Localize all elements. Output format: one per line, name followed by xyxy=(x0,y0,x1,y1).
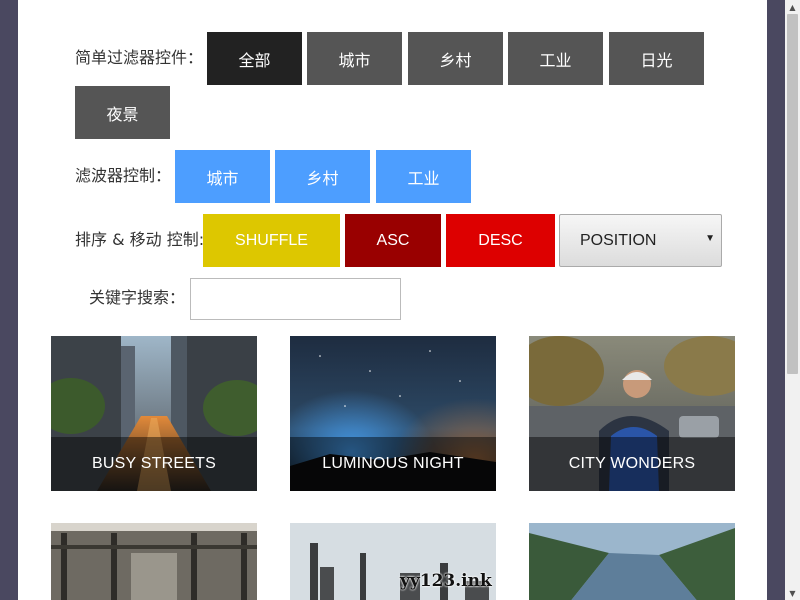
gallery-card[interactable]: LUMINOUS NIGHT xyxy=(290,336,496,491)
gallery-card[interactable] xyxy=(51,523,257,600)
fjord-image xyxy=(529,523,735,600)
search-label: 关键字搜索： xyxy=(89,288,186,307)
sort-field-select[interactable]: POSITION ▼ xyxy=(559,214,722,267)
gallery-card[interactable]: BUSY STREETS xyxy=(51,336,257,491)
multi-filter-city-button[interactable]: 城市 xyxy=(175,150,270,203)
scroll-up-icon[interactable]: ▲ xyxy=(785,0,800,14)
filter-city-button[interactable]: 城市 xyxy=(307,32,402,85)
simple-filter-label: 简单过滤器控件： xyxy=(75,48,204,67)
filter-industrial-button[interactable]: 工业 xyxy=(508,32,603,85)
search-input[interactable] xyxy=(190,278,401,320)
gallery-card[interactable]: CITY WONDERS xyxy=(529,336,735,491)
gallery-card[interactable] xyxy=(529,523,735,600)
filter-daylight-button[interactable]: 日光 xyxy=(609,32,704,85)
multi-filter-label: 滤波器控制： xyxy=(75,166,172,185)
scroll-down-icon[interactable]: ▼ xyxy=(785,586,800,600)
multi-filter-industrial-button[interactable]: 工业 xyxy=(376,150,471,203)
multi-filter-countryside-button[interactable]: 乡村 xyxy=(275,150,370,203)
dropdown-arrow-icon: ▼ xyxy=(705,233,715,244)
sort-desc-button[interactable]: DESC xyxy=(446,214,555,267)
filter-night-button[interactable]: 夜景 xyxy=(75,86,170,139)
sort-field-value: POSITION xyxy=(580,231,657,249)
card-caption: BUSY STREETS xyxy=(51,437,257,491)
shuffle-button[interactable]: SHUFFLE xyxy=(203,214,340,267)
filter-all-button[interactable]: 全部 xyxy=(207,32,302,85)
card-caption: CITY WONDERS xyxy=(529,437,735,491)
factory-interior-image xyxy=(51,523,257,600)
sort-asc-button[interactable]: ASC xyxy=(345,214,441,267)
filter-countryside-button[interactable]: 乡村 xyxy=(408,32,503,85)
vertical-scrollbar[interactable]: ▲ ▼ xyxy=(785,0,800,600)
content-panel: 简单过滤器控件： 全部 城市 乡村 工业 日光 夜景 滤波器控制： 城市 乡村 … xyxy=(18,0,767,600)
sort-label: 排序 & 移动 控制: xyxy=(75,230,205,249)
watermark-text: yy123.ink xyxy=(400,571,492,591)
card-caption: LUMINOUS NIGHT xyxy=(290,437,496,491)
scroll-thumb[interactable] xyxy=(787,14,798,374)
